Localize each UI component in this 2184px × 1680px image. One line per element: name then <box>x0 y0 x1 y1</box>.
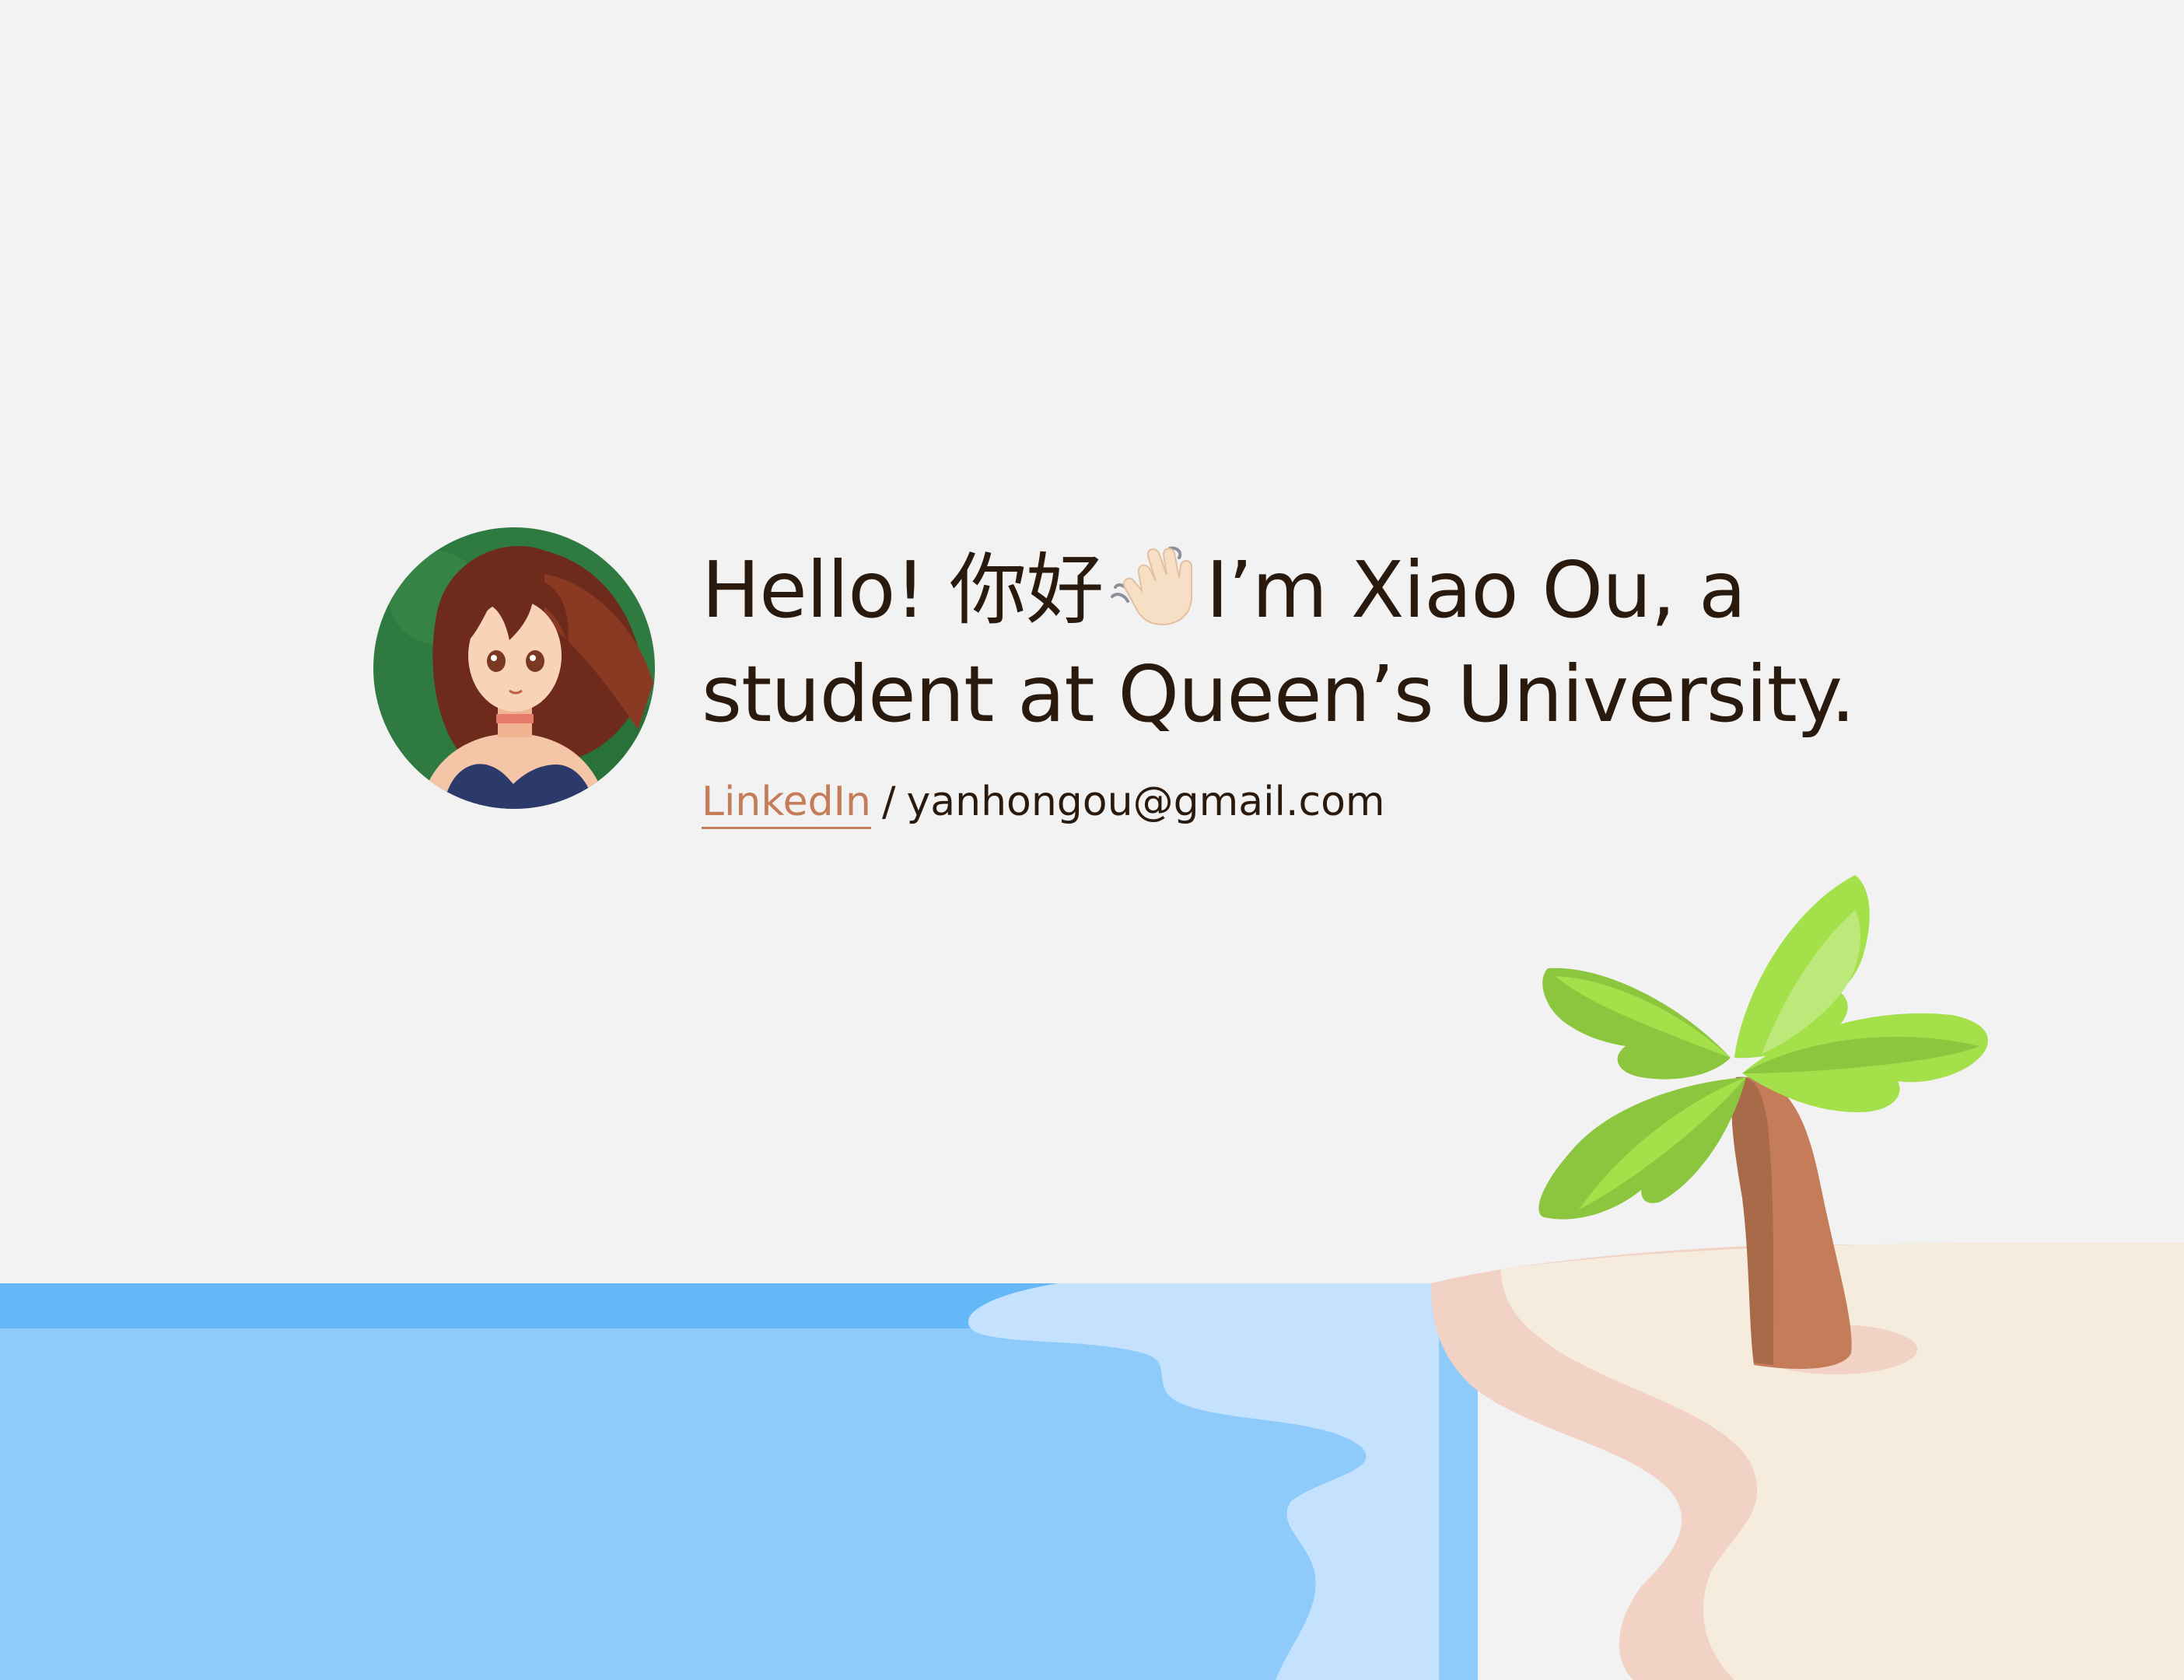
beach-illustration <box>0 875 2184 1680</box>
intro-headline: Hello! 你好 I’m Xiao Ou, a student at Queen… <box>702 538 1899 747</box>
intro-section: Hello! 你好 I’m Xiao Ou, a student at Queen… <box>373 527 1929 838</box>
contact-line: LinkedIn / yanhongou@gmail.com <box>702 775 1385 829</box>
greeting-line1-start: Hello! 你好 <box>702 544 1104 635</box>
greeting-line2: student at Queen’s University. <box>702 649 1855 740</box>
anime-girl-avatar <box>373 527 655 809</box>
waving-hand-icon <box>1108 542 1201 628</box>
greeting-line1-end: I’m Xiao Ou, a <box>1206 544 1746 635</box>
separator: / <box>881 779 896 825</box>
email-text[interactable]: yanhongou@gmail.com <box>906 779 1384 825</box>
sea-horizon <box>0 1283 1089 1330</box>
linkedin-link[interactable]: LinkedIn <box>702 779 871 829</box>
landing-scene: Hello! 你好 I’m Xiao Ou, a student at Queen… <box>0 0 2184 1680</box>
